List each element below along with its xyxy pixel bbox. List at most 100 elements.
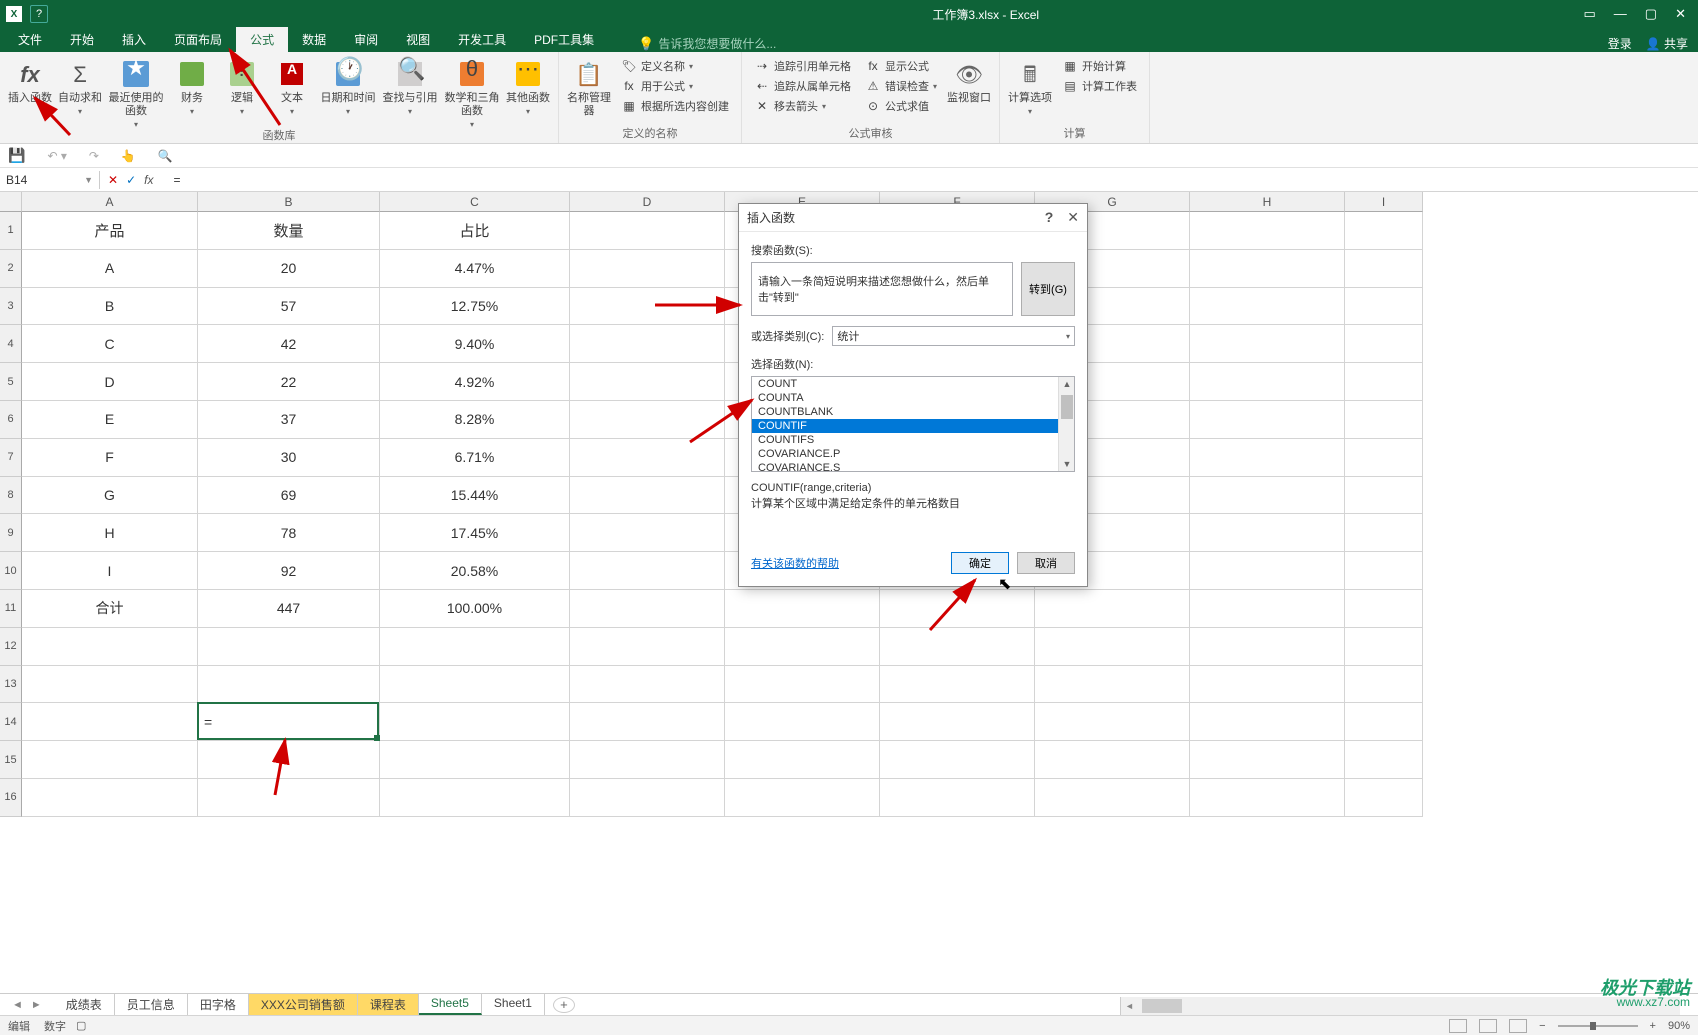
cell[interactable]: F [22,439,198,477]
cell[interactable] [1190,439,1345,477]
scrollbar-thumb[interactable] [1061,395,1073,419]
logical-button[interactable]: ?逻辑▾ [220,56,264,118]
cell[interactable] [1190,552,1345,590]
function-list-item[interactable]: COUNTBLANK [752,405,1074,419]
function-help-link[interactable]: 有关该函数的帮助 [751,555,839,571]
cell[interactable]: = [198,703,380,741]
cell[interactable]: 42 [198,325,380,363]
cell[interactable]: 447 [198,590,380,628]
macro-record-icon[interactable]: ▢ [76,1019,86,1032]
tab-页面布局[interactable]: 页面布局 [160,27,236,52]
sheet-tab[interactable]: Sheet1 [482,994,545,1015]
zoom-slider[interactable] [1558,1025,1638,1027]
cell[interactable] [1190,363,1345,401]
cell[interactable]: 8.28% [380,401,570,439]
autosum-button[interactable]: Σ自动求和▾ [58,56,102,118]
print-preview-icon[interactable]: 🔍 [158,149,173,163]
cell[interactable] [380,666,570,704]
define-name-button[interactable]: 🏷定义名称 ▾ [617,56,733,76]
cell[interactable]: 30 [198,439,380,477]
cell[interactable] [1345,552,1423,590]
cell[interactable] [570,590,725,628]
row-header[interactable]: 12 [0,628,22,666]
ok-button[interactable]: 确定 [951,552,1009,574]
lookup-button[interactable]: 🔍查找与引用▾ [382,56,438,118]
cell[interactable] [1190,741,1345,779]
cell[interactable] [725,703,880,741]
normal-view-icon[interactable] [1449,1019,1467,1033]
row-header[interactable]: 5 [0,363,22,401]
financial-button[interactable]: 财务▾ [170,56,214,118]
column-header[interactable]: D [570,192,725,212]
tell-me[interactable]: 💡告诉我您想要做什么... [638,35,776,52]
cell[interactable] [198,741,380,779]
cell[interactable]: C [22,325,198,363]
scroll-down-icon[interactable]: ▼ [1059,457,1075,471]
row-header[interactable]: 10 [0,552,22,590]
use-in-formula-button[interactable]: fx用于公式 ▾ [617,76,733,96]
calc-options-button[interactable]: 🖩计算选项▾ [1008,56,1052,118]
evaluate-formula-button[interactable]: ⊙公式求值 [861,96,941,116]
cell[interactable] [570,401,725,439]
cell[interactable]: 57 [198,288,380,326]
cell[interactable] [570,514,725,552]
cell[interactable] [725,590,880,628]
cell[interactable]: 92 [198,552,380,590]
tab-数据[interactable]: 数据 [288,27,340,52]
cell[interactable] [570,477,725,515]
cell[interactable]: 20.58% [380,552,570,590]
page-layout-view-icon[interactable] [1479,1019,1497,1033]
cell[interactable] [380,703,570,741]
cell[interactable] [880,741,1035,779]
sheet-tab[interactable]: 成绩表 [54,994,115,1015]
zoom-in-icon[interactable]: + [1650,1020,1656,1032]
sheet-tab[interactable]: 员工信息 [115,994,188,1015]
function-list-item[interactable]: COUNTIF [752,419,1074,433]
sheet-tab[interactable]: Sheet5 [419,994,482,1015]
cell[interactable] [1345,439,1423,477]
cell[interactable]: H [22,514,198,552]
row-header[interactable]: 13 [0,666,22,704]
sheet-nav-last-icon[interactable]: ► [31,999,42,1011]
cell[interactable] [880,590,1035,628]
fx-icon[interactable]: fx [144,173,153,187]
insert-function-button[interactable]: fx插入函数 [8,56,52,105]
cell[interactable] [725,779,880,817]
cell[interactable] [570,363,725,401]
cell[interactable] [1190,590,1345,628]
cell[interactable] [198,628,380,666]
cell[interactable] [1190,703,1345,741]
calc-sheet-button[interactable]: ▤计算工作表 [1058,76,1141,96]
save-icon[interactable]: 💾 [8,147,25,164]
cell[interactable] [570,439,725,477]
dialog-help-icon[interactable]: ? [1045,209,1054,226]
new-sheet-button[interactable]: + [553,997,575,1013]
cell[interactable] [1190,288,1345,326]
cell[interactable]: G [22,477,198,515]
sheet-tab[interactable]: XXX公司销售额 [249,994,358,1015]
cell[interactable] [570,628,725,666]
cell[interactable] [380,628,570,666]
cell[interactable] [880,703,1035,741]
cell[interactable] [725,741,880,779]
row-header[interactable]: 3 [0,288,22,326]
cell[interactable]: 9.40% [380,325,570,363]
function-list-item[interactable]: COUNTA [752,391,1074,405]
row-header[interactable]: 1 [0,212,22,250]
cell[interactable] [880,779,1035,817]
cell[interactable]: 6.71% [380,439,570,477]
column-header[interactable]: H [1190,192,1345,212]
tab-文件[interactable]: 文件 [4,27,56,52]
cell[interactable]: 37 [198,401,380,439]
tab-PDF工具集[interactable]: PDF工具集 [520,27,608,52]
cell[interactable] [725,666,880,704]
cell[interactable] [1190,779,1345,817]
cell[interactable] [1345,703,1423,741]
row-header[interactable]: 15 [0,741,22,779]
create-from-selection-button[interactable]: ▦根据所选内容创建 [617,96,733,116]
datetime-button[interactable]: 🕐日期和时间▾ [320,56,376,118]
row-header[interactable]: 6 [0,401,22,439]
select-all-corner[interactable] [0,192,22,212]
cell[interactable] [1345,590,1423,628]
cell[interactable] [570,288,725,326]
